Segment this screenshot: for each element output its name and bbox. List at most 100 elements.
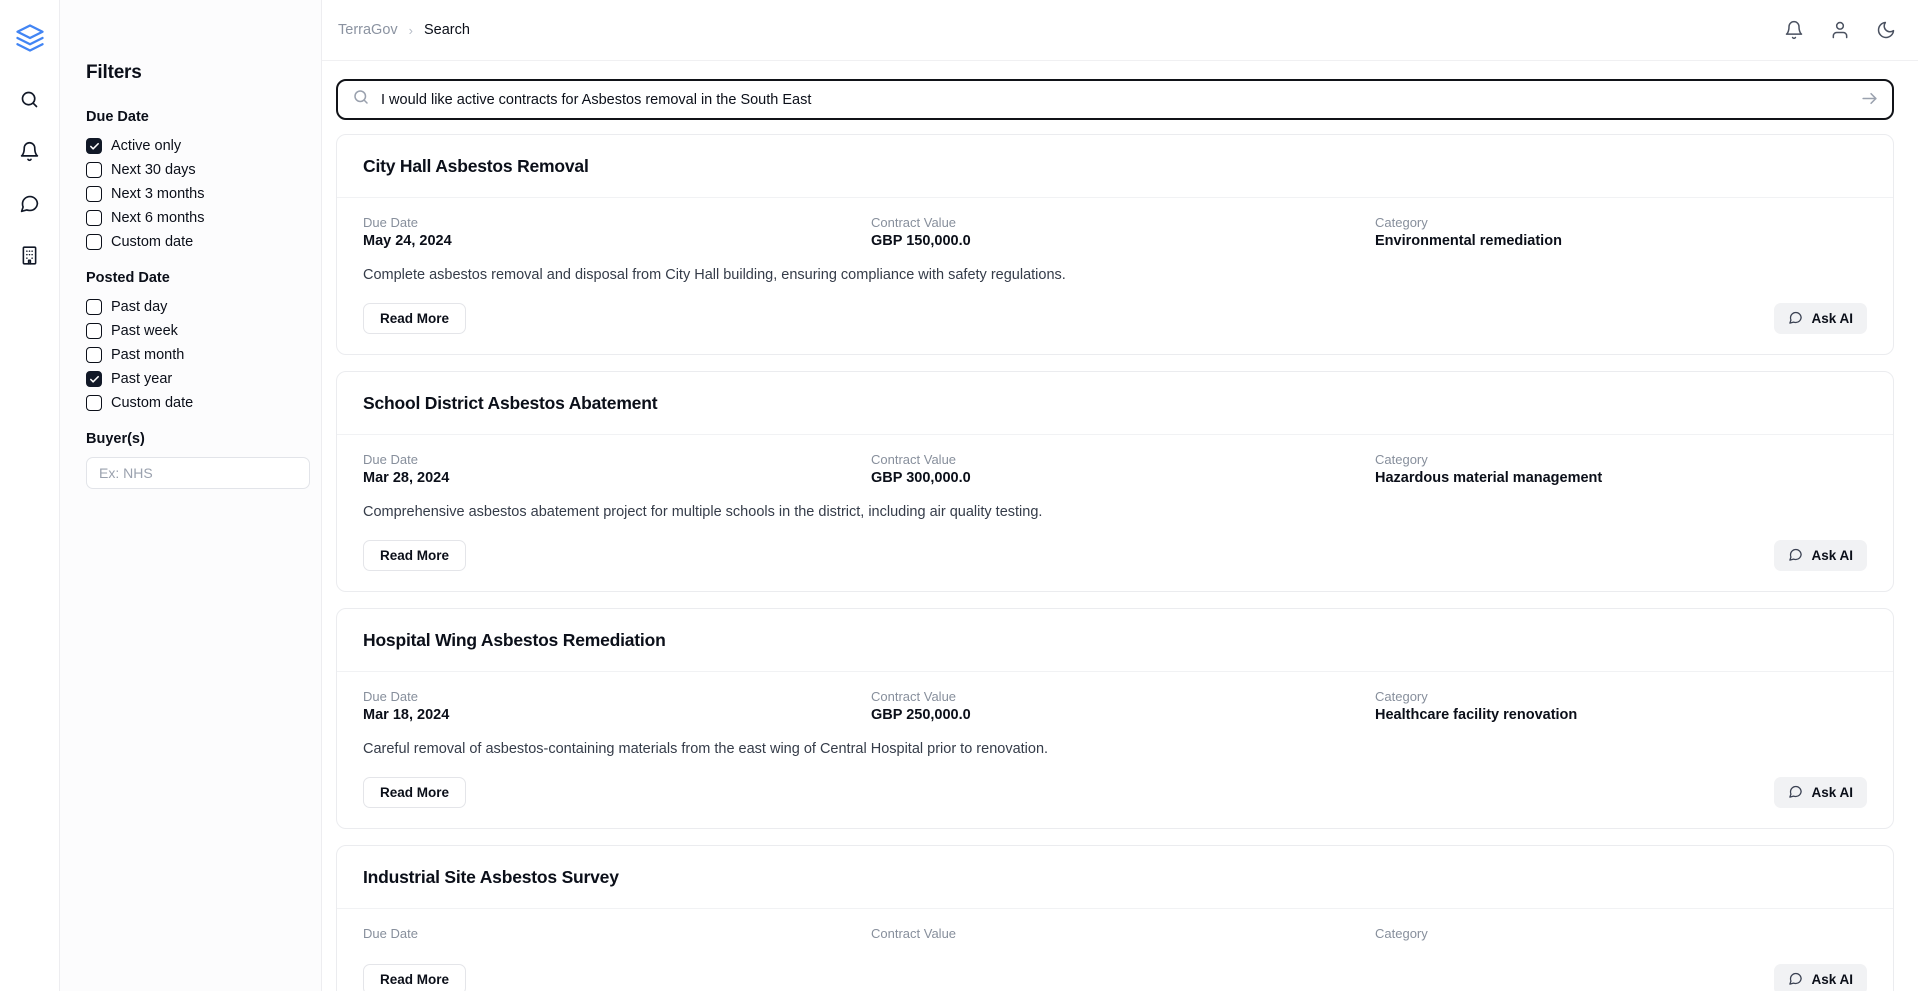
result-description: Comprehensive asbestos abatement project… <box>363 504 1043 520</box>
meta-label-contract-value: Contract Value <box>871 689 957 704</box>
filter-option-posted-custom-date[interactable]: Custom date <box>86 391 299 415</box>
result-description: Careful removal of asbestos-containing m… <box>363 741 1049 757</box>
checkbox-past-month[interactable] <box>86 347 102 363</box>
notifications-bell-icon[interactable] <box>1784 20 1804 40</box>
chevron-right-icon: › <box>408 22 413 38</box>
ask-ai-button[interactable]: Ask AI <box>1774 303 1867 334</box>
meta-label-contract-value: Contract Value <box>871 452 957 467</box>
top-bar: TerraGov › Search <box>322 0 1918 61</box>
buyers-input[interactable] <box>86 457 310 489</box>
result-title: City Hall Asbestos Removal <box>363 156 589 176</box>
meta-label-contract-value: Contract Value <box>871 215 957 230</box>
result-actions: Read More Ask AI <box>363 303 1867 334</box>
result-card-header: Industrial Site Asbestos Survey <box>337 846 1893 909</box>
breadcrumb-current: Search <box>423 22 470 38</box>
meta-value-due-date: Mar 18, 2024 <box>363 707 450 723</box>
read-more-button[interactable]: Read More <box>363 964 467 991</box>
result-actions: Read More Ask AI <box>363 777 1867 808</box>
meta-label-category: Category <box>1375 215 1428 230</box>
checkbox-posted-custom-date[interactable] <box>86 395 102 411</box>
filter-option-past-month[interactable]: Past month <box>86 343 299 367</box>
rail-item-notifications[interactable] <box>8 128 52 180</box>
checkbox-next-30-days[interactable] <box>86 162 102 178</box>
result-meta-row: Due Date Contract Value Category <box>363 926 1867 944</box>
moon-dark-mode-icon[interactable] <box>1876 20 1896 40</box>
result-contract-value: Contract Value GBP 250,000.0 <box>871 689 1375 723</box>
filter-option-active-only[interactable]: Active only <box>86 134 299 158</box>
user-account-icon[interactable] <box>1830 20 1850 40</box>
filter-option-label: Past week <box>111 322 178 339</box>
read-more-button[interactable]: Read More <box>363 777 467 808</box>
result-meta-row: Due Date May 24, 2024 Contract Value GBP… <box>363 215 1867 249</box>
meta-label-due-date: Due Date <box>363 926 418 941</box>
filter-option-label: Past year <box>111 370 173 387</box>
icon-rail <box>0 0 60 991</box>
filter-option-next-6-months[interactable]: Next 6 months <box>86 206 299 230</box>
read-more-button[interactable]: Read More <box>363 540 467 571</box>
result-title: Hospital Wing Asbestos Remediation <box>363 630 666 650</box>
filter-option-label: Past month <box>111 346 185 363</box>
result-card-body: Due Date Contract Value Category Read Mo… <box>337 909 1893 991</box>
meta-value-category: Environmental remediation <box>1375 233 1562 249</box>
meta-label-due-date: Due Date <box>363 689 418 704</box>
meta-label-category: Category <box>1375 689 1428 704</box>
layers-icon[interactable] <box>8 16 52 60</box>
checkbox-due-custom-date[interactable] <box>86 234 102 250</box>
search-submit-button[interactable] <box>1854 85 1884 115</box>
search-bar[interactable] <box>336 79 1894 120</box>
rail-item-messages[interactable] <box>8 180 52 232</box>
filter-option-past-year[interactable]: Past year <box>86 367 299 391</box>
checkbox-next-6-months[interactable] <box>86 210 102 226</box>
result-due-date: Due Date May 24, 2024 <box>363 215 871 249</box>
meta-value-category: Hazardous material management <box>1375 470 1603 486</box>
rail-item-organizations[interactable] <box>8 232 52 284</box>
result-card[interactable]: School District Asbestos Abatement Due D… <box>336 371 1894 592</box>
result-card[interactable]: Industrial Site Asbestos Survey Due Date… <box>336 845 1894 991</box>
checkbox-active-only[interactable] <box>86 138 102 154</box>
breadcrumb-root[interactable]: TerraGov <box>338 22 398 38</box>
checkbox-past-week[interactable] <box>86 323 102 339</box>
meta-value-due-date: May 24, 2024 <box>363 233 452 249</box>
ask-ai-button[interactable]: Ask AI <box>1774 964 1867 991</box>
rail-item-search[interactable] <box>8 76 52 128</box>
filter-option-label: Next 3 months <box>111 185 205 202</box>
chat-bubble-icon <box>1788 547 1803 565</box>
filter-group-title: Posted Date <box>86 270 170 286</box>
filter-option-past-week[interactable]: Past week <box>86 319 299 343</box>
result-due-date: Due Date Mar 18, 2024 <box>363 689 871 723</box>
result-card-body: Due Date Mar 18, 2024 Contract Value GBP… <box>337 672 1893 828</box>
meta-value-due-date: Mar 28, 2024 <box>363 470 450 486</box>
checkbox-past-day[interactable] <box>86 299 102 315</box>
ask-ai-label: Ask AI <box>1811 548 1853 563</box>
search-input[interactable] <box>381 81 1843 118</box>
result-due-date: Due Date <box>363 926 871 944</box>
result-card-body: Due Date May 24, 2024 Contract Value GBP… <box>337 198 1893 354</box>
results-list[interactable]: City Hall Asbestos Removal Due Date May … <box>322 134 1918 991</box>
search-icon <box>352 88 370 111</box>
filter-option-label: Active only <box>111 137 182 154</box>
meta-value-contract-value: GBP 250,000.0 <box>871 707 971 723</box>
meta-value-contract-value: GBP 150,000.0 <box>871 233 971 249</box>
result-card-body: Due Date Mar 28, 2024 Contract Value GBP… <box>337 435 1893 591</box>
buyers-label: Buyer(s) <box>86 431 145 447</box>
ask-ai-label: Ask AI <box>1811 972 1853 987</box>
checkbox-past-year[interactable] <box>86 371 102 387</box>
filters-title: Filters <box>86 62 142 83</box>
result-category: Category Healthcare facility renovation <box>1375 689 1867 723</box>
checkbox-next-3-months[interactable] <box>86 186 102 202</box>
read-more-button[interactable]: Read More <box>363 303 467 334</box>
result-card[interactable]: City Hall Asbestos Removal Due Date May … <box>336 134 1894 355</box>
filter-group-title: Due Date <box>86 109 149 125</box>
meta-label-category: Category <box>1375 452 1428 467</box>
ask-ai-button[interactable]: Ask AI <box>1774 777 1867 808</box>
ask-ai-button[interactable]: Ask AI <box>1774 540 1867 571</box>
filter-option-due-custom-date[interactable]: Custom date <box>86 230 299 254</box>
filter-option-next-3-months[interactable]: Next 3 months <box>86 182 299 206</box>
meta-label-contract-value: Contract Value <box>871 926 957 941</box>
filter-option-next-30-days[interactable]: Next 30 days <box>86 158 299 182</box>
result-meta-row: Due Date Mar 18, 2024 Contract Value GBP… <box>363 689 1867 723</box>
result-card[interactable]: Hospital Wing Asbestos Remediation Due D… <box>336 608 1894 829</box>
meta-label-due-date: Due Date <box>363 452 418 467</box>
filter-option-past-day[interactable]: Past day <box>86 295 299 319</box>
chat-bubble-icon <box>19 193 40 219</box>
